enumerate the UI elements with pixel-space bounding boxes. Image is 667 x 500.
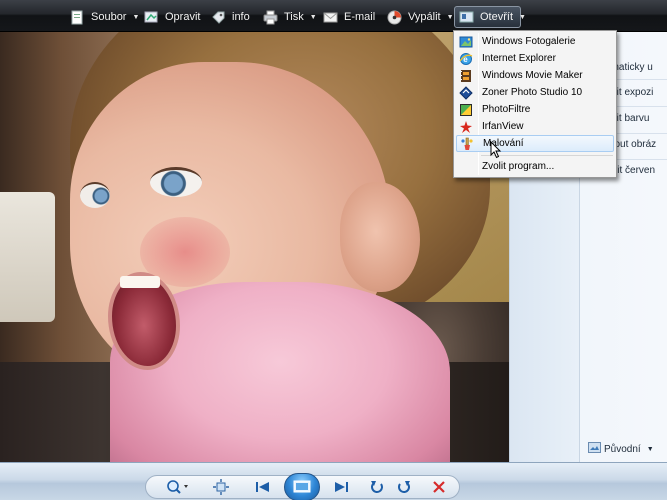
rotate-right-button[interactable] [394,477,414,497]
menu-item-label: Windows Fotogalerie [482,36,576,47]
menu-item-label: Windows Movie Maker [482,70,583,81]
chevron-down-icon: ▼ [309,13,317,21]
menu-item-label: Internet Explorer [482,53,556,64]
vypalit-label: Vypálit [408,11,441,23]
slideshow-icon [293,480,311,493]
info-tag-icon [211,10,226,25]
menu-item-label: Zvolit program... [482,161,555,172]
otevrit-menu-button[interactable]: Otevřít ▼ [454,6,526,28]
menu-item-label: IrfanView [482,121,524,132]
tisk-menu-button[interactable]: Tisk ▼ [259,6,321,28]
menu-item-windows-movie-maker[interactable]: Windows Movie Maker [456,67,614,84]
burn-disc-icon [387,10,402,25]
fix-icon [144,10,159,25]
info-label: info [232,11,250,23]
fit-to-window-icon [213,479,229,495]
menu-item-choose-program[interactable]: Zvolit program... [456,158,614,175]
menu-item-irfanview[interactable]: IrfanView [456,118,614,135]
soubor-label: Soubor [91,11,127,23]
printer-icon [263,10,278,25]
file-icon [70,10,85,25]
menu-item-zoner-photo-studio[interactable]: Zoner Photo Studio 10 [456,84,614,101]
magnifier-icon [167,480,188,494]
chevron-down-icon: ▼ [646,445,654,453]
menu-item-internet-explorer[interactable]: e Internet Explorer [456,50,614,67]
actual-size-button[interactable] [210,477,232,497]
opravit-button[interactable]: Opravit [140,6,204,28]
view-original-label: Původní [604,443,641,455]
soubor-menu-button[interactable]: Soubor ▼ [66,6,143,28]
otevrit-label: Otevřít [480,11,514,23]
mouse-cursor-icon [490,140,502,162]
info-button[interactable]: info [207,6,254,28]
next-icon [335,482,348,492]
delete-x-icon [433,481,445,493]
email-label: E-mail [344,11,376,23]
slideshow-button[interactable] [284,473,320,500]
menu-item-label: PhotoFiltre [482,104,531,115]
irfanview-icon [458,120,474,134]
menu-item-photofiltre[interactable]: PhotoFiltre [456,101,614,118]
tisk-label: Tisk [284,11,304,23]
email-icon [323,10,338,25]
menu-item-malovani[interactable]: Malování [456,135,614,152]
rotate-counterclockwise-icon [371,481,383,493]
movie-maker-icon [458,69,474,83]
open-with-icon [459,10,474,25]
zoner-icon [458,85,474,100]
view-original-icon [588,442,601,456]
next-button[interactable] [328,477,354,497]
previous-button[interactable] [250,477,276,497]
zoom-button[interactable] [164,477,190,497]
paint-icon [459,137,475,151]
open-with-menu: Windows Fotogalerie e Internet Explorer … [453,30,617,178]
rotate-clockwise-icon [398,481,410,493]
opravit-label: Opravit [165,11,201,23]
menu-item-windows-fotogalerie[interactable]: Windows Fotogalerie [456,33,614,50]
vypalit-menu-button[interactable]: Vypálit ▼ [383,6,458,28]
email-button[interactable]: E-mail [319,6,379,28]
photo-viewer-image[interactable] [0,32,509,462]
playback-controls-bar [0,462,667,500]
rotate-left-button[interactable] [367,477,387,497]
chevron-down-icon: ▼ [446,13,454,21]
photo-gallery-icon [458,35,474,49]
chevron-down-icon: ▼ [519,13,526,21]
command-toolbar: Soubor ▼ Opravit info Tisk ▼ E-mail Vypá… [0,0,667,32]
view-original-dropdown[interactable]: Původní ▼ [588,442,654,456]
internet-explorer-icon: e [458,52,474,66]
previous-icon [256,482,269,492]
menu-item-label: Zoner Photo Studio 10 [482,87,583,98]
chevron-down-icon: ▼ [132,13,140,21]
delete-button[interactable] [429,477,449,497]
photofiltre-icon [458,103,474,117]
